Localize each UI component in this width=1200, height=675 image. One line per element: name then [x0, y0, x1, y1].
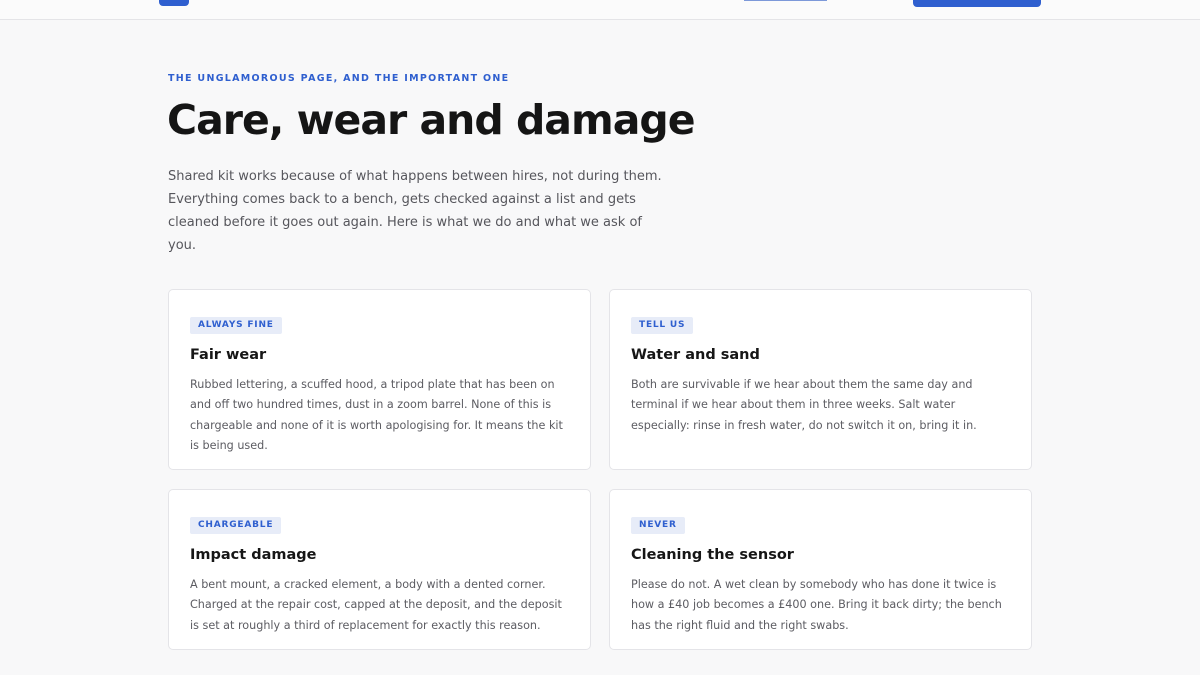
- card-description: Rubbed lettering, a scuffed hood, a trip…: [190, 378, 563, 452]
- card-description: A bent mount, a cracked element, a body …: [190, 578, 562, 632]
- intro-paragraph: Shared kit works because of what happens…: [168, 169, 662, 253]
- top-nav-bar: [0, 0, 1200, 20]
- card-title: Fair wear: [190, 347, 267, 363]
- card-description: Please do not. A wet clean by somebody w…: [631, 578, 1002, 632]
- card-description: Both are survivable if we hear about the…: [631, 378, 977, 432]
- status-badge: CHARGEABLE: [190, 517, 282, 534]
- policy-card-cleaning-the-sensor: NEVER Cleaning the sensor Please do not.…: [609, 489, 1032, 650]
- policy-card-water-and-sand: TELL US Water and sand Both are survivab…: [609, 289, 1032, 470]
- card-title: Impact damage: [190, 547, 317, 563]
- policy-card-fair-wear: ALWAYS FINE Fair wear Rubbed lettering, …: [168, 289, 591, 470]
- nav-link-clipped[interactable]: [744, 0, 827, 1]
- card-title: Cleaning the sensor: [631, 547, 794, 563]
- card-title: Water and sand: [631, 347, 760, 363]
- logo-icon[interactable]: [159, 0, 189, 6]
- policy-card-impact-damage: CHARGEABLE Impact damage A bent mount, a…: [168, 489, 591, 650]
- eyebrow-label: THE UNGLAMOROUS PAGE, AND THE IMPORTANT …: [168, 73, 510, 84]
- page-title: Care, wear and damage: [167, 96, 696, 144]
- status-badge: ALWAYS FINE: [190, 317, 282, 334]
- nav-cta-button-clipped[interactable]: [913, 0, 1041, 7]
- status-badge: NEVER: [631, 517, 685, 534]
- status-badge: TELL US: [631, 317, 694, 334]
